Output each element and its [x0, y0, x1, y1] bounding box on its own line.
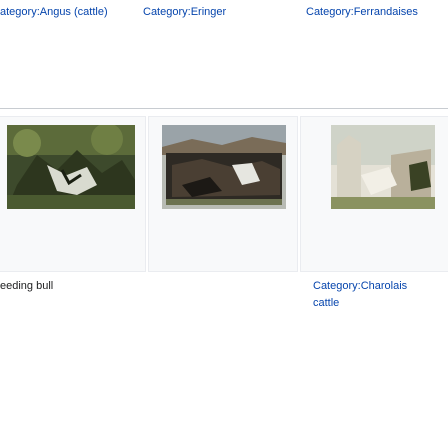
category-link-eringer[interactable]: Category:Eringer [143, 6, 226, 19]
gallery-item [0, 116, 146, 272]
charolais-photo-image [331, 125, 435, 209]
section-divider [0, 108, 448, 109]
gallery-item [300, 116, 448, 272]
gallery-row [0, 116, 448, 274]
gallery-caption: Category:Charolais cattle [313, 278, 433, 312]
gallery-thumbnail-eringer[interactable] [162, 125, 286, 209]
gallery-item [148, 116, 298, 272]
eringer-photo-image [162, 125, 286, 209]
category-link-charolais-cattle[interactable]: Category:Charolais cattle [313, 280, 407, 309]
category-link-ferrandaises[interactable]: Category:Ferrandaises [306, 6, 418, 19]
bull-photo-image [7, 125, 135, 209]
category-link-angus-cattle[interactable]: ategory:Angus (cattle) [0, 6, 108, 19]
gallery-caption: eeding bull [0, 278, 130, 295]
gallery-caption-breeding-bull: eeding bull [0, 280, 54, 292]
category-links-row: ategory:Angus (cattle) Category:Eringer … [0, 0, 448, 22]
gallery-thumbnail-breeding-bull[interactable] [7, 125, 135, 209]
wikimedia-category-gallery: { "categories": [ {"label": "ategory:Ang… [0, 0, 448, 448]
gallery-thumbnail-charolais[interactable] [331, 125, 435, 209]
